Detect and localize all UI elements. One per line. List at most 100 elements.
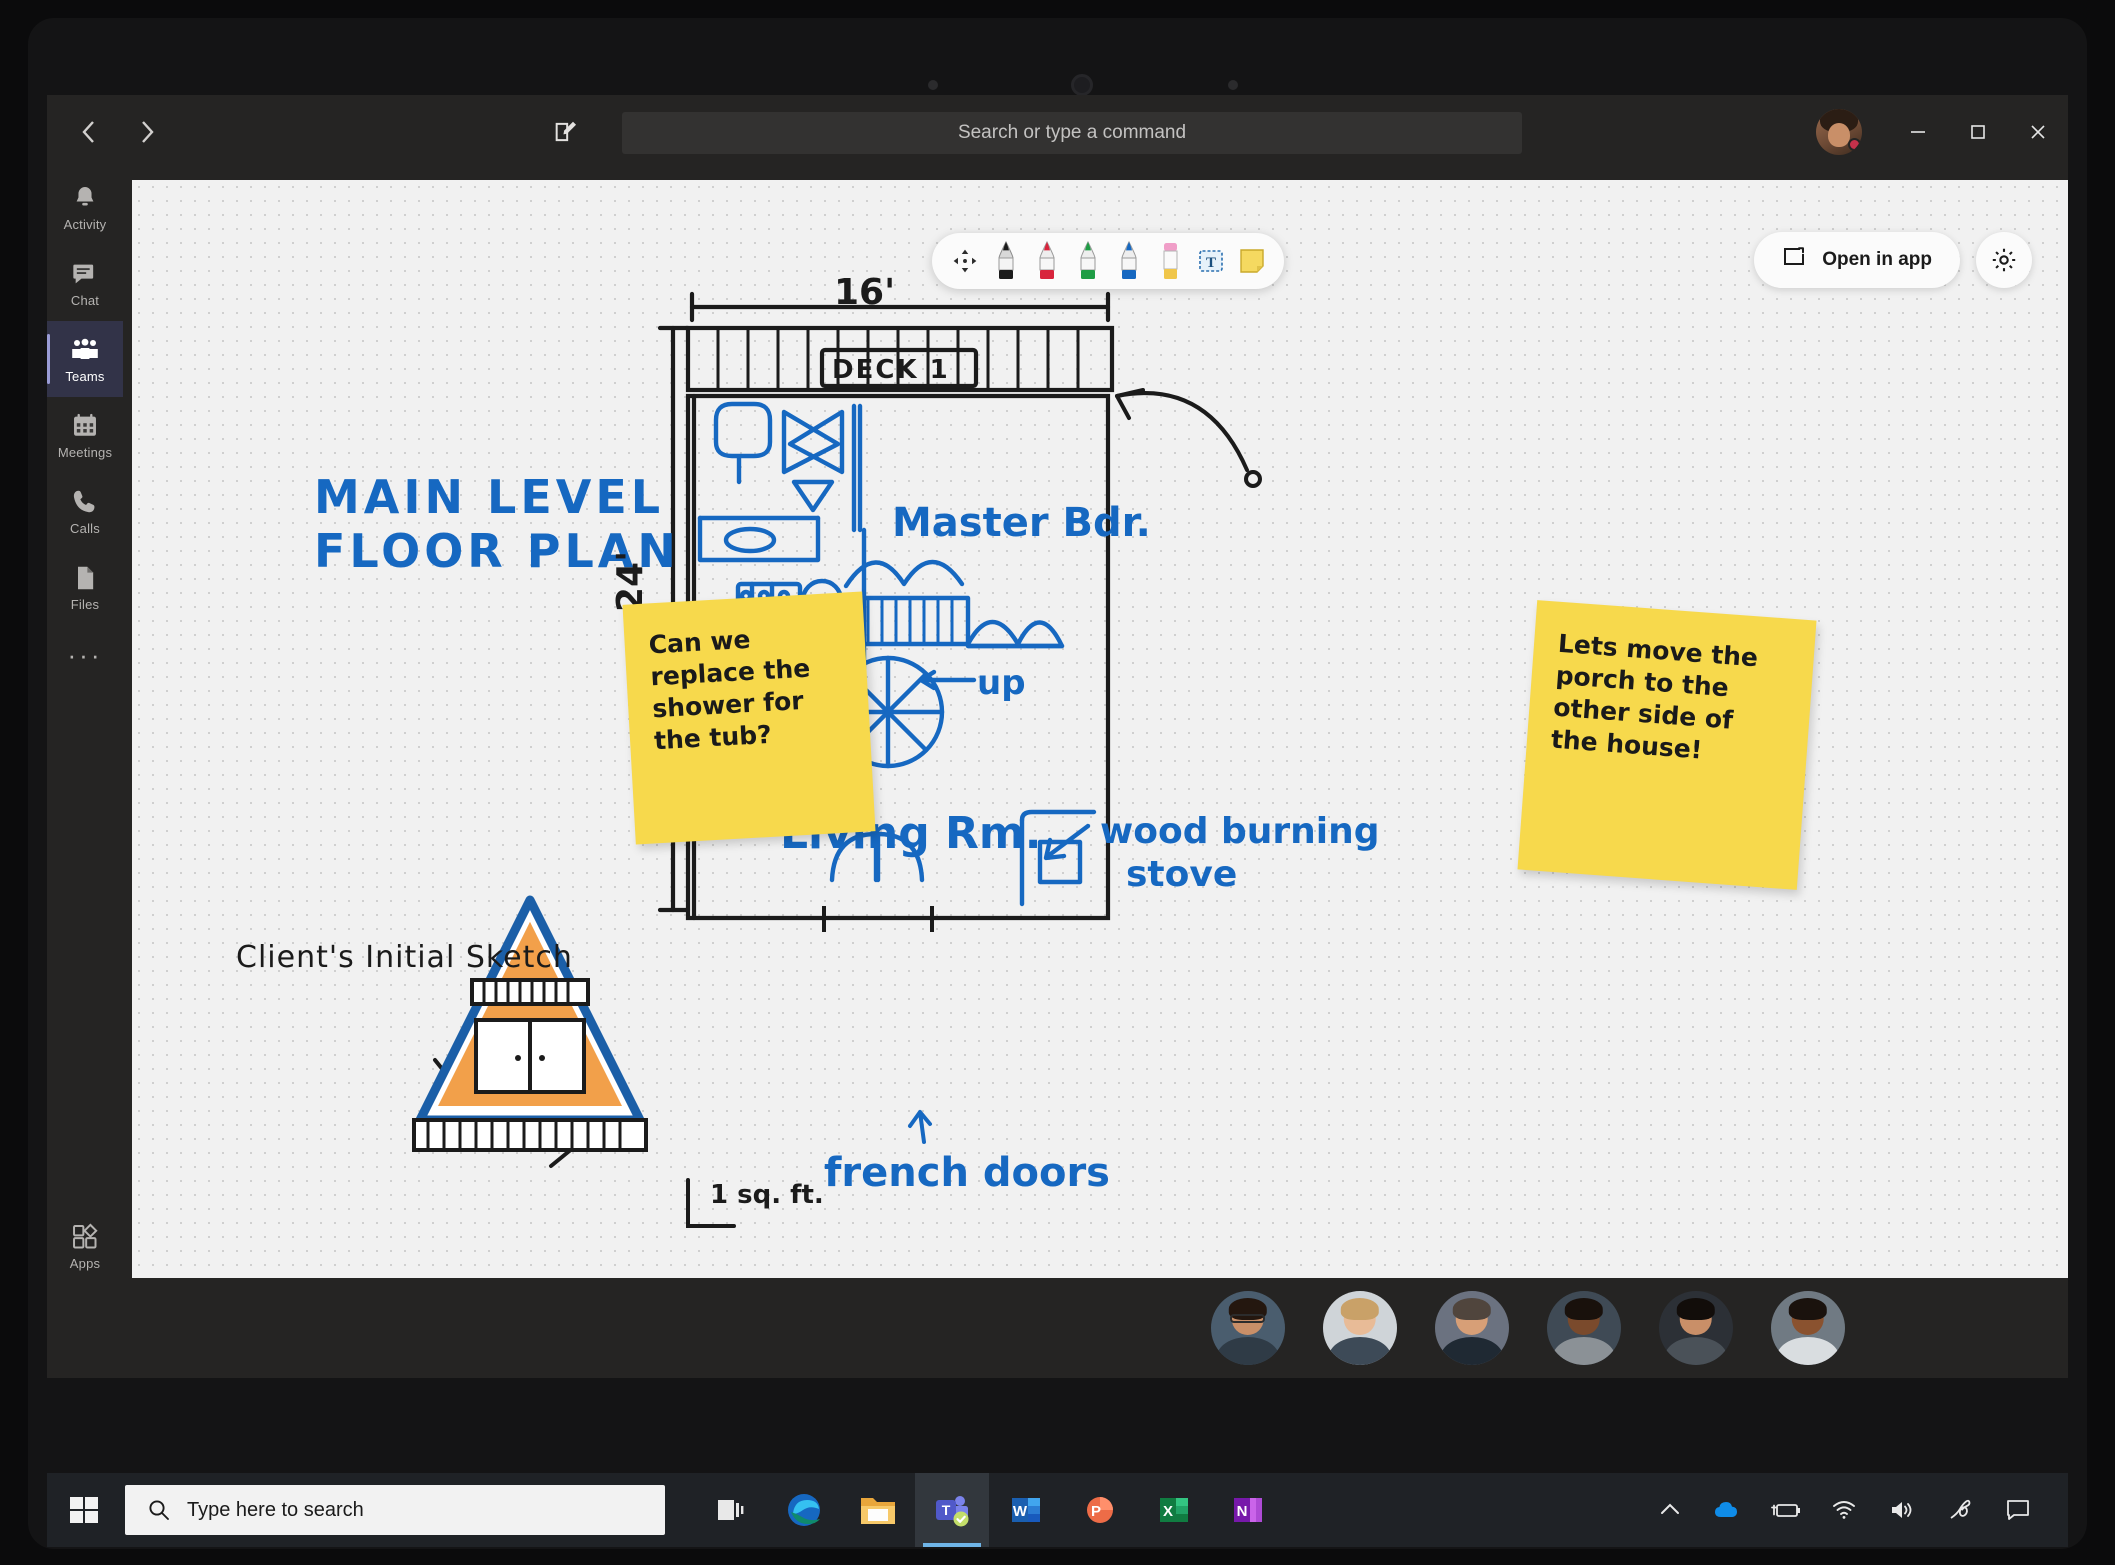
teams-people-icon <box>70 334 100 364</box>
whiteboard-toolbar[interactable]: T <box>932 233 1284 289</box>
avatar-participant-3[interactable] <box>1435 1291 1509 1365</box>
onenote-icon: N <box>1231 1493 1265 1527</box>
sidebar-item-label: Files <box>71 597 99 612</box>
chat-icon <box>71 258 99 288</box>
taskbar-search-input[interactable]: Type here to search <box>125 1485 665 1535</box>
apps-icon <box>71 1221 99 1251</box>
sensor-dot-left <box>928 80 938 90</box>
close-button[interactable] <box>2008 95 2068 169</box>
sticky-note-shower[interactable]: Can we replace the shower for the tub? <box>622 591 875 844</box>
avatar[interactable] <box>1816 109 1862 155</box>
powerpoint-icon: P <box>1083 1493 1117 1527</box>
files-icon <box>71 562 99 592</box>
avatar-face <box>1828 123 1850 147</box>
pen-workspace-icon <box>1947 1498 1973 1522</box>
device-frame: Search or type a command <box>0 0 2115 1565</box>
back-button[interactable] <box>72 115 106 149</box>
avatar-hair <box>1564 1298 1602 1320</box>
pen-red[interactable] <box>1030 240 1064 282</box>
sticky-note-tool[interactable] <box>1235 240 1269 282</box>
start-button[interactable] <box>47 1473 121 1547</box>
onedrive-button[interactable] <box>1704 1473 1752 1547</box>
excel-icon: X <box>1157 1493 1191 1527</box>
sidebar-item-label: Chat <box>71 293 99 308</box>
sidebar-item-teams[interactable]: Teams <box>47 321 123 397</box>
sidebar-more-button[interactable]: ··· <box>47 625 123 685</box>
avatar-glasses <box>1230 1314 1266 1323</box>
calendar-icon <box>71 410 99 440</box>
show-hidden-icons-button[interactable] <box>1646 1473 1694 1547</box>
avatar-participant-4[interactable] <box>1547 1291 1621 1365</box>
edge-button[interactable] <box>767 1473 841 1547</box>
svg-text:T: T <box>1205 255 1215 271</box>
teams-app-window: Search or type a command <box>47 95 2068 1378</box>
open-external-icon <box>1782 246 1808 274</box>
sidebar-item-meetings[interactable]: Meetings <box>47 397 123 473</box>
webcam-lens <box>1071 74 1093 96</box>
task-view-button[interactable] <box>693 1473 767 1547</box>
sticky-note-text: Lets move the porch to the other side of… <box>1550 628 1791 773</box>
sticky-note-text: Can we replace the shower for the tub? <box>648 619 847 758</box>
file-explorer-button[interactable] <box>841 1473 915 1547</box>
sidebar-item-chat[interactable]: Chat <box>47 245 123 321</box>
maximize-button[interactable] <box>1948 95 2008 169</box>
action-center-button[interactable] <box>1994 1473 2042 1547</box>
pan-move-tool[interactable] <box>948 240 982 282</box>
chevron-up-icon <box>1658 1500 1682 1520</box>
pen-workspace-button[interactable] <box>1936 1473 1984 1547</box>
windows-logo-icon <box>68 1494 100 1526</box>
volume-button[interactable] <box>1878 1473 1926 1547</box>
network-button[interactable] <box>1820 1473 1868 1547</box>
master-bedroom-label: Master Bdr. <box>892 500 1151 546</box>
edge-icon <box>785 1491 823 1529</box>
wood-stove-line1: wood burning <box>1100 810 1380 853</box>
pen-blue[interactable] <box>1112 240 1146 282</box>
teams-button[interactable]: T <box>915 1473 989 1547</box>
sidebar-item-label: Teams <box>65 369 104 384</box>
word-button[interactable]: W <box>989 1473 1063 1547</box>
system-tray <box>1646 1473 2068 1547</box>
svg-text:T: T <box>942 1502 951 1518</box>
forward-button[interactable] <box>130 115 164 149</box>
sidebar-item-activity[interactable]: Activity <box>47 169 123 245</box>
compose-icon[interactable] <box>547 113 585 151</box>
nav-arrows <box>72 115 164 149</box>
avatar-hair <box>1340 1298 1378 1320</box>
wifi-icon <box>1831 1499 1857 1521</box>
word-icon: W <box>1009 1493 1043 1527</box>
pen-green[interactable] <box>1071 240 1105 282</box>
minimize-button[interactable] <box>1888 95 1948 169</box>
sidebar-item-apps[interactable]: Apps <box>47 1208 123 1284</box>
eraser-tool[interactable] <box>1153 240 1187 282</box>
onenote-button[interactable]: N <box>1211 1473 1285 1547</box>
stairs-up-label: up <box>977 663 1026 703</box>
phone-icon <box>71 486 99 516</box>
svg-text:N: N <box>1237 1503 1248 1520</box>
avatar-participant-1[interactable] <box>1211 1291 1285 1365</box>
battery-icon <box>1770 1500 1802 1520</box>
gear-icon <box>1990 246 2018 274</box>
sticky-note-porch[interactable]: Lets move the porch to the other side of… <box>1517 600 1816 890</box>
search-icon <box>147 1498 171 1522</box>
windows-taskbar: Type here to search <box>47 1473 2068 1547</box>
whiteboard-settings-button[interactable] <box>1976 232 2032 288</box>
avatar-participant-2[interactable] <box>1323 1291 1397 1365</box>
text-tool[interactable]: T <box>1194 240 1228 282</box>
bell-icon <box>71 182 99 212</box>
open-in-app-button[interactable]: Open in app <box>1754 232 1960 288</box>
avatar-participant-5[interactable] <box>1659 1291 1733 1365</box>
open-in-app-label: Open in app <box>1822 249 1932 271</box>
battery-button[interactable] <box>1762 1473 1810 1547</box>
pen-black[interactable] <box>989 240 1023 282</box>
plan-title-line1: MAIN LEVEL <box>314 470 680 524</box>
whiteboard-canvas[interactable]: MAIN LEVEL FLOOR PLAN 16' 24' DECK 1 Mas… <box>132 180 2068 1278</box>
search-input[interactable]: Search or type a command <box>622 112 1522 154</box>
excel-button[interactable]: X <box>1137 1473 1211 1547</box>
powerpoint-button[interactable]: P <box>1063 1473 1137 1547</box>
avatar-participant-6[interactable] <box>1771 1291 1845 1365</box>
sidebar-item-calls[interactable]: Calls <box>47 473 123 549</box>
avatar-hair <box>1676 1298 1714 1320</box>
folder-icon <box>859 1493 897 1527</box>
sidebar-item-files[interactable]: Files <box>47 549 123 625</box>
cloud-icon <box>1713 1499 1743 1521</box>
